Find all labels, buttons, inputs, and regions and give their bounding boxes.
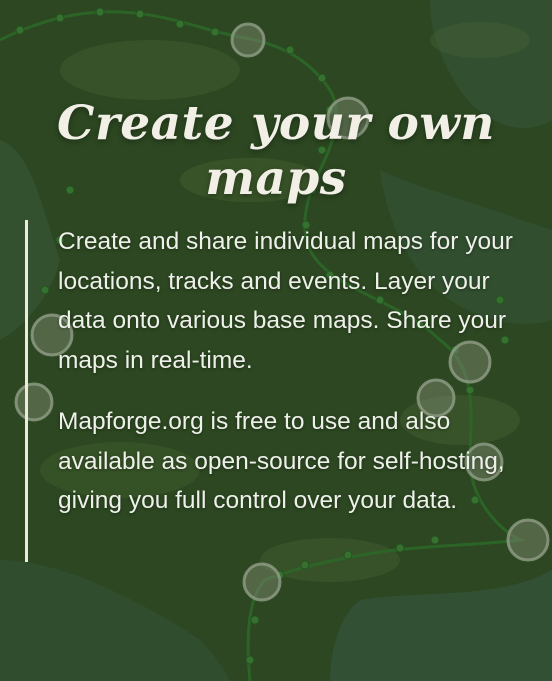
hero-section: Create your own maps Create and share in… (0, 0, 552, 681)
intro-text-block: Create and share individual maps for you… (25, 220, 525, 562)
page-title: Create your own maps (57, 96, 495, 206)
intro-paragraph: Mapforge.org is free to use and also ava… (58, 408, 505, 514)
intro-paragraph: Create and share individual maps for you… (58, 228, 513, 374)
